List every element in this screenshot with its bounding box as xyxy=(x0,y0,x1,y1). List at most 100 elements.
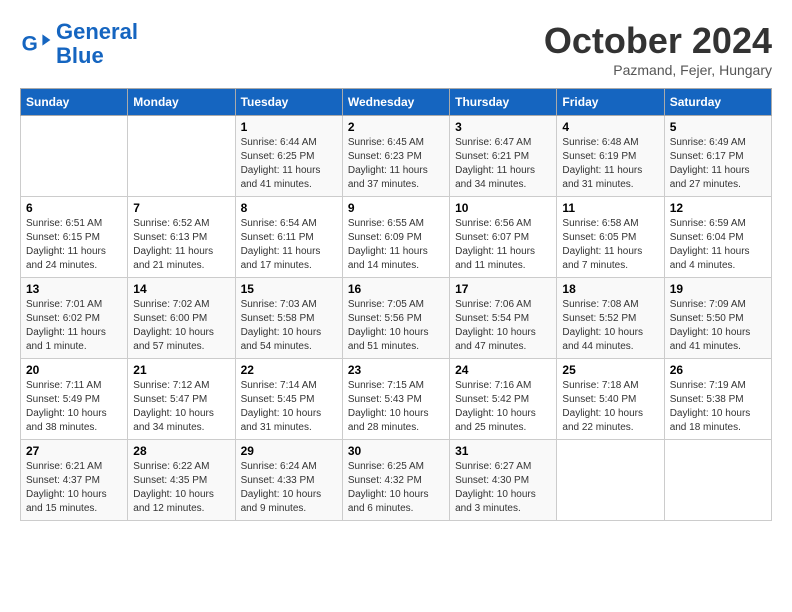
day-of-week-header: Wednesday xyxy=(342,89,449,116)
logo-icon: G xyxy=(20,28,52,60)
day-info: Sunrise: 7:09 AM Sunset: 5:50 PM Dayligh… xyxy=(670,298,766,354)
day-number: 8 xyxy=(241,201,337,215)
day-number: 12 xyxy=(670,201,766,215)
day-number: 10 xyxy=(455,201,551,215)
calendar-week-row: 1 Sunrise: 6:44 AM Sunset: 6:25 PM Daylig… xyxy=(21,116,772,197)
logo-line1: General xyxy=(56,19,138,44)
day-number: 23 xyxy=(348,363,444,377)
day-info: Sunrise: 7:03 AM Sunset: 5:58 PM Dayligh… xyxy=(241,298,337,354)
day-info: Sunrise: 7:11 AM Sunset: 5:49 PM Dayligh… xyxy=(26,379,122,435)
calendar-table: SundayMondayTuesdayWednesdayThursdayFrid… xyxy=(20,88,772,521)
calendar-cell: 16 Sunrise: 7:05 AM Sunset: 5:56 PM Dayli… xyxy=(342,278,449,359)
calendar-cell: 22Sunrise: 7:14 AM Sunset: 5:45 PM Dayli… xyxy=(235,359,342,440)
day-info: Sunrise: 6:54 AM Sunset: 6:11 PM Dayligh… xyxy=(241,217,337,273)
day-info: Sunrise: 6:58 AM Sunset: 6:05 PM Dayligh… xyxy=(562,217,658,273)
day-number: 2 xyxy=(348,120,444,134)
calendar-cell xyxy=(664,440,771,521)
calendar-cell xyxy=(128,116,235,197)
calendar-cell: 11Sunrise: 6:58 AM Sunset: 6:05 PM Dayli… xyxy=(557,197,664,278)
calendar-cell: 24 Sunrise: 7:16 AM Sunset: 5:42 PM Dayli… xyxy=(450,359,557,440)
calendar-cell: 30 Sunrise: 6:25 AM Sunset: 4:32 PM Dayli… xyxy=(342,440,449,521)
title-section: October 2024 Pazmand, Fejer, Hungary xyxy=(544,20,772,78)
day-number: 17 xyxy=(455,282,551,296)
calendar-cell: 5 Sunrise: 6:49 AM Sunset: 6:17 PM Daylig… xyxy=(664,116,771,197)
day-number: 13 xyxy=(26,282,122,296)
svg-text:G: G xyxy=(22,33,38,56)
day-info: Sunrise: 7:18 AM Sunset: 5:40 PM Dayligh… xyxy=(562,379,658,435)
calendar-cell: 19 Sunrise: 7:09 AM Sunset: 5:50 PM Dayli… xyxy=(664,278,771,359)
day-number: 28 xyxy=(133,444,229,458)
day-number: 30 xyxy=(348,444,444,458)
calendar-week-row: 27 Sunrise: 6:21 AM Sunset: 4:37 PM Dayli… xyxy=(21,440,772,521)
day-number: 24 xyxy=(455,363,551,377)
calendar-cell: 6Sunrise: 6:51 AM Sunset: 6:15 PM Daylig… xyxy=(21,197,128,278)
calendar-week-row: 6Sunrise: 6:51 AM Sunset: 6:15 PM Daylig… xyxy=(21,197,772,278)
calendar-cell: 28Sunrise: 6:22 AM Sunset: 4:35 PM Dayli… xyxy=(128,440,235,521)
day-number: 31 xyxy=(455,444,551,458)
day-info: Sunrise: 6:21 AM Sunset: 4:37 PM Dayligh… xyxy=(26,460,122,516)
day-number: 15 xyxy=(241,282,337,296)
day-info: Sunrise: 7:05 AM Sunset: 5:56 PM Dayligh… xyxy=(348,298,444,354)
calendar-cell: 10 Sunrise: 6:56 AM Sunset: 6:07 PM Dayli… xyxy=(450,197,557,278)
day-number: 25 xyxy=(562,363,658,377)
calendar-cell: 23 Sunrise: 7:15 AM Sunset: 5:43 PM Dayli… xyxy=(342,359,449,440)
calendar-cell: 14 Sunrise: 7:02 AM Sunset: 6:00 PM Dayli… xyxy=(128,278,235,359)
day-info: Sunrise: 7:08 AM Sunset: 5:52 PM Dayligh… xyxy=(562,298,658,354)
calendar-cell: 26Sunrise: 7:19 AM Sunset: 5:38 PM Dayli… xyxy=(664,359,771,440)
calendar-cell: 7Sunrise: 6:52 AM Sunset: 6:13 PM Daylig… xyxy=(128,197,235,278)
day-of-week-header: Tuesday xyxy=(235,89,342,116)
day-info: Sunrise: 6:27 AM Sunset: 4:30 PM Dayligh… xyxy=(455,460,551,516)
day-number: 16 xyxy=(348,282,444,296)
day-number: 14 xyxy=(133,282,229,296)
day-of-week-header: Sunday xyxy=(21,89,128,116)
logo-line2: Blue xyxy=(56,43,104,68)
day-info: Sunrise: 6:49 AM Sunset: 6:17 PM Dayligh… xyxy=(670,136,766,192)
day-info: Sunrise: 6:47 AM Sunset: 6:21 PM Dayligh… xyxy=(455,136,551,192)
calendar-cell: 1 Sunrise: 6:44 AM Sunset: 6:25 PM Daylig… xyxy=(235,116,342,197)
calendar-cell: 8 Sunrise: 6:54 AM Sunset: 6:11 PM Daylig… xyxy=(235,197,342,278)
location-subtitle: Pazmand, Fejer, Hungary xyxy=(544,62,772,78)
calendar-cell: 27 Sunrise: 6:21 AM Sunset: 4:37 PM Dayli… xyxy=(21,440,128,521)
day-number: 19 xyxy=(670,282,766,296)
day-info: Sunrise: 7:16 AM Sunset: 5:42 PM Dayligh… xyxy=(455,379,551,435)
day-info: Sunrise: 7:06 AM Sunset: 5:54 PM Dayligh… xyxy=(455,298,551,354)
calendar-cell: 12 Sunrise: 6:59 AM Sunset: 6:04 PM Dayli… xyxy=(664,197,771,278)
day-of-week-header: Friday xyxy=(557,89,664,116)
day-info: Sunrise: 6:51 AM Sunset: 6:15 PM Dayligh… xyxy=(26,217,122,273)
calendar-week-row: 20 Sunrise: 7:11 AM Sunset: 5:49 PM Dayli… xyxy=(21,359,772,440)
calendar-cell: 3Sunrise: 6:47 AM Sunset: 6:21 PM Daylig… xyxy=(450,116,557,197)
day-info: Sunrise: 6:56 AM Sunset: 6:07 PM Dayligh… xyxy=(455,217,551,273)
day-info: Sunrise: 6:55 AM Sunset: 6:09 PM Dayligh… xyxy=(348,217,444,273)
calendar-week-row: 13Sunrise: 7:01 AM Sunset: 6:02 PM Dayli… xyxy=(21,278,772,359)
day-info: Sunrise: 6:59 AM Sunset: 6:04 PM Dayligh… xyxy=(670,217,766,273)
day-info: Sunrise: 6:24 AM Sunset: 4:33 PM Dayligh… xyxy=(241,460,337,516)
calendar-cell: 2 Sunrise: 6:45 AM Sunset: 6:23 PM Daylig… xyxy=(342,116,449,197)
calendar-cell: 20 Sunrise: 7:11 AM Sunset: 5:49 PM Dayli… xyxy=(21,359,128,440)
header-row: SundayMondayTuesdayWednesdayThursdayFrid… xyxy=(21,89,772,116)
calendar-cell: 31 Sunrise: 6:27 AM Sunset: 4:30 PM Dayli… xyxy=(450,440,557,521)
calendar-cell: 4 Sunrise: 6:48 AM Sunset: 6:19 PM Daylig… xyxy=(557,116,664,197)
month-title: October 2024 xyxy=(544,20,772,62)
day-number: 26 xyxy=(670,363,766,377)
day-number: 18 xyxy=(562,282,658,296)
calendar-cell: 29 Sunrise: 6:24 AM Sunset: 4:33 PM Dayli… xyxy=(235,440,342,521)
day-info: Sunrise: 6:45 AM Sunset: 6:23 PM Dayligh… xyxy=(348,136,444,192)
day-number: 1 xyxy=(241,120,337,134)
day-number: 9 xyxy=(348,201,444,215)
day-info: Sunrise: 7:15 AM Sunset: 5:43 PM Dayligh… xyxy=(348,379,444,435)
day-info: Sunrise: 6:48 AM Sunset: 6:19 PM Dayligh… xyxy=(562,136,658,192)
day-info: Sunrise: 7:12 AM Sunset: 5:47 PM Dayligh… xyxy=(133,379,229,435)
calendar-cell: 25 Sunrise: 7:18 AM Sunset: 5:40 PM Dayli… xyxy=(557,359,664,440)
day-number: 22 xyxy=(241,363,337,377)
day-number: 4 xyxy=(562,120,658,134)
day-number: 5 xyxy=(670,120,766,134)
day-info: Sunrise: 6:44 AM Sunset: 6:25 PM Dayligh… xyxy=(241,136,337,192)
day-of-week-header: Thursday xyxy=(450,89,557,116)
calendar-cell: 21Sunrise: 7:12 AM Sunset: 5:47 PM Dayli… xyxy=(128,359,235,440)
day-number: 20 xyxy=(26,363,122,377)
day-number: 29 xyxy=(241,444,337,458)
day-number: 27 xyxy=(26,444,122,458)
day-info: Sunrise: 6:25 AM Sunset: 4:32 PM Dayligh… xyxy=(348,460,444,516)
day-info: Sunrise: 6:52 AM Sunset: 6:13 PM Dayligh… xyxy=(133,217,229,273)
day-info: Sunrise: 7:02 AM Sunset: 6:00 PM Dayligh… xyxy=(133,298,229,354)
